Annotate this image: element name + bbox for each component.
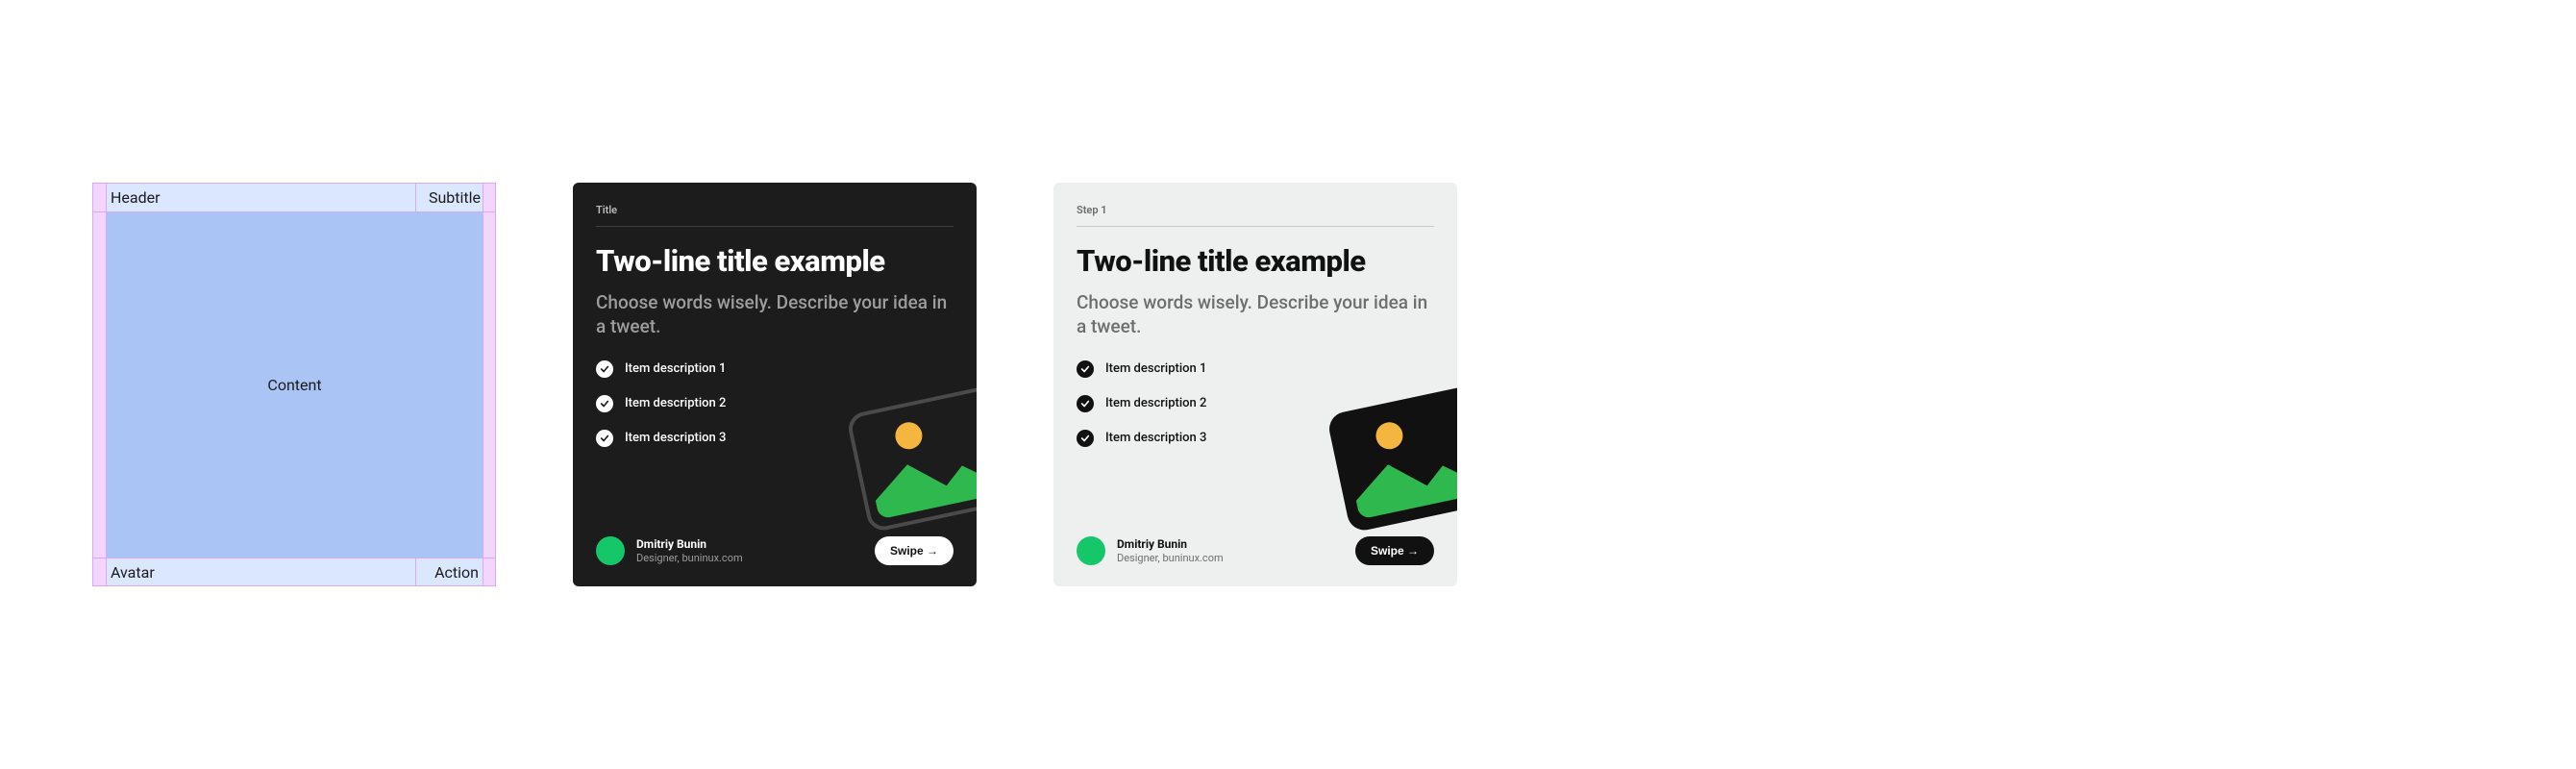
social-card-light: Step 1 Two-line title example Choose wor… xyxy=(1053,183,1457,586)
card-lede: Choose words wisely. Describe your idea … xyxy=(1077,290,1434,339)
wire-subtitle-region: Subtitle xyxy=(415,184,483,211)
wire-header-region: Header xyxy=(106,184,415,211)
avatar xyxy=(1077,536,1105,565)
check-icon xyxy=(1077,395,1094,412)
card-footer: Dmitriy Bunin Designer, buninux.com Swip… xyxy=(596,536,954,565)
card-lede: Choose words wisely. Describe your idea … xyxy=(596,290,954,339)
avatar xyxy=(596,536,625,565)
wire-pad xyxy=(92,212,106,558)
card-topline: Step 1 xyxy=(1077,204,1434,227)
check-icon xyxy=(1077,360,1094,378)
wire-pad xyxy=(483,212,496,558)
swipe-label: Swipe → xyxy=(1371,544,1419,558)
card-topline: Title xyxy=(596,204,954,227)
check-icon xyxy=(596,395,613,412)
check-icon xyxy=(596,430,613,447)
author-role: Designer, buninux.com xyxy=(1117,552,1224,564)
social-card-dark: Title Two-line title example Choose word… xyxy=(573,183,977,586)
card-footer: Dmitriy Bunin Designer, buninux.com Swip… xyxy=(1077,536,1434,565)
list-item-label: Item description 2 xyxy=(625,396,726,410)
author-name: Dmitriy Bunin xyxy=(1117,537,1224,551)
wire-content-region: Content xyxy=(106,212,483,558)
list-item: Item description 1 xyxy=(596,360,954,378)
wire-content-label: Content xyxy=(267,376,321,394)
author-block: Dmitriy Bunin Designer, buninux.com xyxy=(1117,537,1224,563)
check-icon xyxy=(596,360,613,378)
wire-subtitle-label: Subtitle xyxy=(429,188,481,207)
list-item-label: Item description 1 xyxy=(1105,361,1206,376)
author-role: Designer, buninux.com xyxy=(636,552,743,564)
wire-pad xyxy=(92,184,106,211)
layout-wireframe: Header Subtitle Content Avatar Action xyxy=(92,183,496,586)
check-icon xyxy=(1077,430,1094,447)
card-title: Two-line title example xyxy=(1077,244,1434,279)
swipe-button[interactable]: Swipe → xyxy=(875,536,954,565)
wire-pad xyxy=(483,558,496,585)
swipe-label: Swipe → xyxy=(890,544,938,558)
wire-action-label: Action xyxy=(434,563,479,582)
swipe-button[interactable]: Swipe → xyxy=(1355,536,1434,565)
card-title: Two-line title example xyxy=(596,244,954,279)
wire-header-label: Header xyxy=(111,188,161,207)
wire-action-region: Action xyxy=(415,558,483,585)
wire-pad xyxy=(483,184,496,211)
wire-avatar-label: Avatar xyxy=(111,563,155,582)
list-item-label: Item description 1 xyxy=(625,361,726,376)
list-item: Item description 1 xyxy=(1077,360,1434,378)
wire-avatar-region: Avatar xyxy=(106,558,415,585)
author-name: Dmitriy Bunin xyxy=(636,537,743,551)
wire-pad xyxy=(92,558,106,585)
list-item-label: Item description 3 xyxy=(1105,431,1206,445)
list-item-label: Item description 3 xyxy=(625,431,726,445)
list-item-label: Item description 2 xyxy=(1105,396,1206,410)
author-block: Dmitriy Bunin Designer, buninux.com xyxy=(636,537,743,563)
